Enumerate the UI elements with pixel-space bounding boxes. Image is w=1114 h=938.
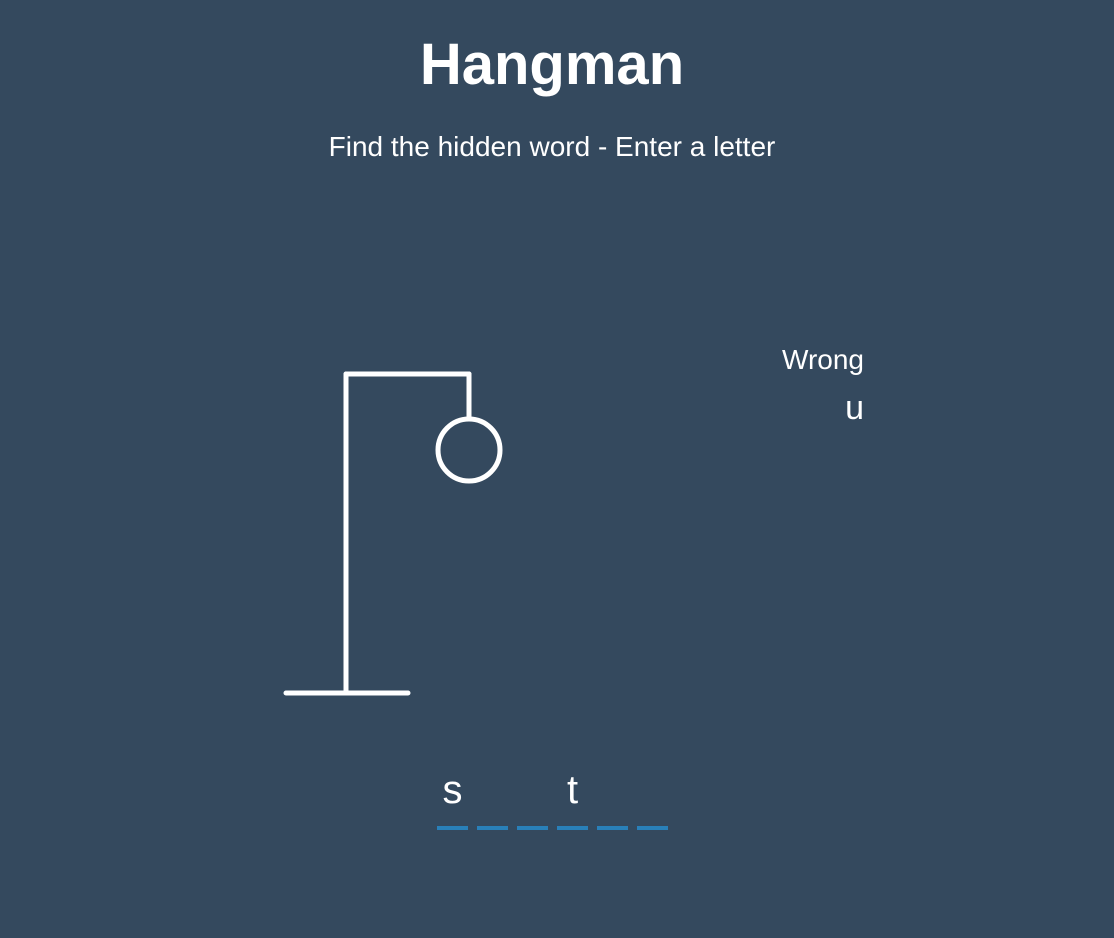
wrong-letter: u [845, 389, 864, 427]
letter-slot [597, 765, 628, 830]
letter-slot [637, 765, 668, 830]
letter-slot [477, 765, 508, 830]
wrong-label: Wrong [782, 344, 864, 375]
letter-slot [517, 765, 548, 830]
figure-head [435, 416, 503, 484]
hidden-word: s t [437, 765, 677, 830]
wrong-letters-list: u [782, 388, 864, 428]
letter-slot: t [557, 765, 588, 830]
letter-slot: s [437, 765, 468, 830]
wrong-letters-panel: Wrong u [782, 344, 864, 428]
